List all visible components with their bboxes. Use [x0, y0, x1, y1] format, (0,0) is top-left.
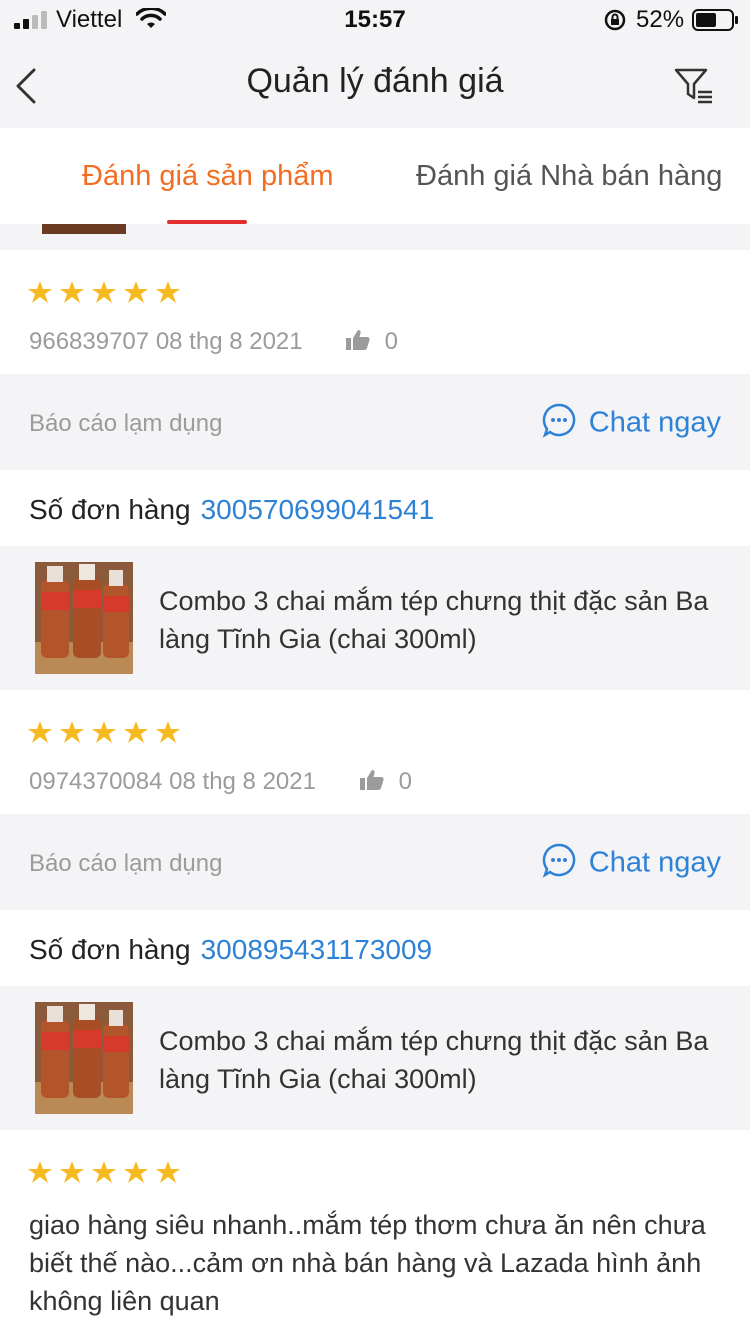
review-card-3: giao hàng siêu nhanh..mắm tép thơm chưa …: [0, 1130, 750, 1334]
order-number-link[interactable]: 300895431173009: [201, 934, 433, 965]
reviewer-id: 966839707: [29, 328, 150, 355]
product-row-3[interactable]: Combo 3 chai mắm tép chưng thịt đặc sản …: [0, 986, 750, 1130]
product-row-2[interactable]: Combo 3 chai mắm tép chưng thịt đặc sản …: [0, 546, 750, 690]
product-image: [35, 562, 133, 674]
chat-now-button[interactable]: Chat ngay: [541, 403, 721, 442]
product-name: Combo 3 chai mắm tép chưng thịt đặc sản …: [159, 586, 709, 654]
review-card-2: 0974370084 08 thg 8 2021 0: [0, 690, 750, 814]
reviewer-id: 0974370084: [29, 768, 163, 795]
like-button[interactable]: 0: [346, 328, 398, 356]
chat-now-label: Chat ngay: [588, 406, 721, 439]
review-meta: 966839707 08 thg 8 2021: [29, 328, 303, 356]
nav-bar: Quản lý đánh giá: [0, 40, 750, 128]
tab-product-reviews[interactable]: Đánh giá sản phẩm: [82, 160, 334, 193]
product-image-partial: [42, 224, 126, 234]
thumbs-up-icon: [346, 329, 370, 350]
thumbs-up-icon: [360, 769, 384, 790]
order-number-row: Số đơn hàng 300570699041541: [29, 494, 434, 526]
order-row-3: Số đơn hàng 300895431173009: [0, 910, 750, 986]
product-row-partial: [0, 224, 750, 250]
like-count: 0: [398, 768, 413, 795]
status-bar: Viettel 15:57 52%: [0, 0, 750, 40]
rating-stars: [28, 1161, 180, 1183]
chat-now-label: Chat ngay: [588, 846, 721, 879]
battery-icon: [692, 9, 738, 31]
rating-stars: [28, 721, 180, 743]
orientation-lock-icon: [604, 9, 626, 31]
report-abuse-link[interactable]: Báo cáo lạm dụng: [29, 850, 222, 878]
filter-icon[interactable]: [668, 64, 718, 108]
product-name: Combo 3 chai mắm tép chưng thịt đặc sản …: [159, 1026, 709, 1094]
page-title: Quản lý đánh giá: [246, 62, 504, 100]
review-actions-1: Báo cáo lạm dụng Chat ngay: [0, 374, 750, 470]
order-row-2: Số đơn hàng 300570699041541: [0, 470, 750, 546]
review-meta: 0974370084 08 thg 8 2021: [29, 768, 316, 796]
battery-percent: 52%: [636, 6, 685, 33]
like-count: 0: [384, 328, 399, 355]
report-abuse-link[interactable]: Báo cáo lạm dụng: [29, 410, 222, 438]
rating-stars: [28, 281, 180, 303]
order-number-label: Số đơn hàng: [29, 934, 191, 965]
tab-seller-reviews[interactable]: Đánh giá Nhà bán hàng: [416, 160, 722, 193]
review-comment: giao hàng siêu nhanh..mắm tép thơm chưa …: [29, 1210, 706, 1316]
review-date: 08 thg 8 2021: [169, 768, 316, 795]
order-number-row: Số đơn hàng 300895431173009: [29, 934, 432, 966]
order-number-link[interactable]: 300570699041541: [201, 494, 435, 525]
chat-bubble-icon: [542, 843, 575, 878]
chat-bubble-icon: [542, 403, 575, 438]
like-button[interactable]: 0: [360, 768, 412, 796]
review-card-1: 966839707 08 thg 8 2021 0: [0, 250, 750, 374]
review-actions-2: Báo cáo lạm dụng Chat ngay: [0, 814, 750, 910]
product-image: [35, 1002, 133, 1114]
chat-now-button[interactable]: Chat ngay: [541, 843, 721, 882]
review-date: 08 thg 8 2021: [155, 328, 303, 355]
order-number-label: Số đơn hàng: [29, 494, 191, 525]
review-tabs: Đánh giá sản phẩm Đánh giá Nhà bán hàng: [0, 128, 750, 224]
